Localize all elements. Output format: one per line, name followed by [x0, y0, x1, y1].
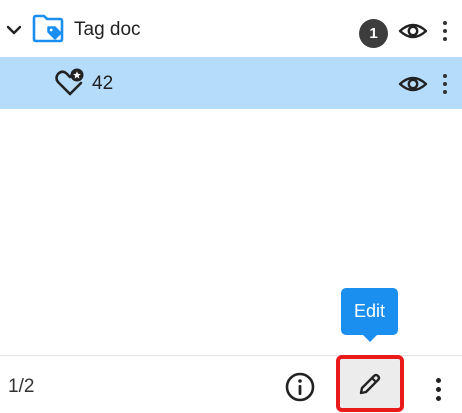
eye-icon[interactable]: [398, 70, 428, 98]
tag-heart-star-icon: [54, 66, 86, 98]
tooltip-arrow: [363, 335, 377, 342]
folder-tag-icon: [32, 14, 66, 44]
folder-title: Tag doc: [74, 19, 141, 40]
chevron-down-icon[interactable]: [4, 18, 24, 42]
edit-tooltip: Edit: [341, 288, 398, 335]
more-vertical-icon[interactable]: [437, 69, 453, 99]
count-badge: 1: [359, 19, 388, 48]
info-icon[interactable]: [284, 371, 316, 403]
edit-button[interactable]: [336, 355, 404, 412]
page-indicator: 1/2: [8, 376, 35, 397]
more-vertical-icon[interactable]: [430, 374, 446, 404]
pencil-icon: [359, 373, 381, 394]
tag-label: 42: [92, 73, 114, 94]
tree-folder-row[interactable]: Tag doc 1: [0, 4, 462, 56]
more-vertical-icon[interactable]: [437, 16, 453, 46]
footer-toolbar: 1/2: [0, 355, 462, 413]
tree-tag-row[interactable]: 42: [0, 57, 462, 109]
eye-icon[interactable]: [398, 17, 428, 45]
